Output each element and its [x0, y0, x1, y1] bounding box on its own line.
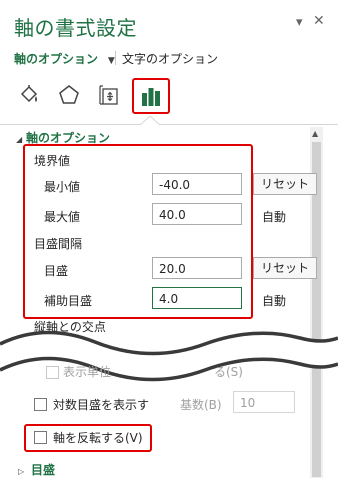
collapse-icon: ▷ — [18, 467, 25, 476]
units-heading: 目盛間隔 — [34, 237, 83, 251]
major-unit-label: 目盛 — [44, 264, 69, 278]
tab-row: 軸のオプション ▼ — [14, 50, 115, 67]
display-units-label: 表示単位 — [63, 365, 112, 379]
axis-options-section-title: 軸のオプション — [25, 131, 110, 145]
minimum-reset-button[interactable]: リセット — [253, 173, 318, 195]
minor-unit-input[interactable]: 4.0 — [152, 287, 242, 309]
base-input[interactable]: 10 — [233, 391, 295, 413]
reverse-axis-checkbox[interactable] — [34, 431, 47, 444]
scroll-up-icon[interactable]: ▲ — [312, 129, 318, 138]
log-scale-checkbox[interactable] — [34, 398, 47, 411]
maximum-label: 最大値 — [44, 210, 81, 224]
bounds-heading: 境界値 — [34, 154, 71, 168]
minor-unit-auto-label: 自動 — [262, 294, 287, 308]
reverse-axis-label[interactable]: 軸を反転する(V) — [53, 429, 143, 446]
display-units-checkbox[interactable] — [46, 366, 59, 379]
base-label: 基数(B) — [180, 398, 222, 412]
major-unit-reset-button[interactable]: リセット — [253, 257, 318, 279]
display-units-suffix: る(S) — [214, 365, 243, 379]
fill-line-icon[interactable] — [14, 80, 44, 110]
section-divider — [0, 124, 338, 125]
size-properties-icon[interactable] — [94, 80, 124, 110]
tick-marks-section-title: 目盛 — [30, 463, 55, 477]
tick-marks-section-header[interactable]: ▷ 目盛 — [18, 461, 55, 478]
minimum-input[interactable]: -40.0 — [152, 173, 242, 195]
effects-pentagon-icon[interactable] — [54, 80, 84, 110]
major-unit-input[interactable]: 20.0 — [152, 257, 242, 279]
maximum-input[interactable]: 40.0 — [152, 203, 242, 225]
tab-separator — [115, 51, 116, 65]
minor-unit-label: 補助目盛 — [44, 294, 93, 308]
tab-pointer — [140, 116, 160, 126]
axis-options-bar-chart-icon[interactable] — [132, 78, 170, 114]
expand-icon: ◢ — [16, 135, 23, 144]
chevron-down-icon[interactable]: ▼ — [108, 56, 115, 66]
pane-title: 軸の書式設定 — [14, 16, 137, 40]
tab-axis-options[interactable]: 軸のオプション — [14, 52, 98, 66]
maximum-auto-label: 自動 — [262, 210, 287, 224]
log-scale-label: 対数目盛を表示す — [53, 398, 150, 412]
close-icon[interactable]: ✕ — [313, 13, 325, 29]
minimum-label: 最小値 — [44, 180, 81, 194]
tab-text-options[interactable]: 文字のオプション — [122, 50, 218, 67]
pin-dropdown-icon[interactable]: ▾ — [296, 15, 303, 30]
